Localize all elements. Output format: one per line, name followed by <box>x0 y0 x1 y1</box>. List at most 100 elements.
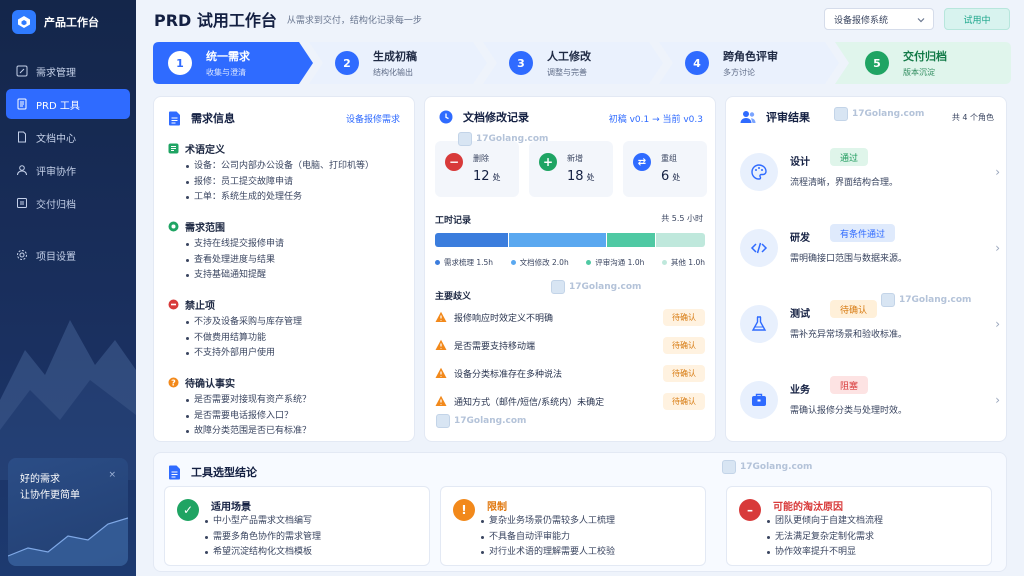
section-title: 需求范围 <box>185 223 225 234</box>
target-icon <box>168 221 179 232</box>
list-item: 不支持外部用户使用 <box>184 346 408 362</box>
legend-item: 其他 1.0h <box>661 257 705 268</box>
review-desc: 需明确接口范围与数据来源。 <box>790 254 908 264</box>
trial-badge[interactable]: 试用中 <box>944 8 1010 30</box>
revisions-title: 文档修改记录 <box>463 111 529 124</box>
alert-icon: ! <box>453 499 475 521</box>
sidebar-item-label: 需求管理 <box>36 67 76 79</box>
legend-label: 需求梳理 1.5h <box>444 258 494 267</box>
stat-reorganized: ⇄ 重组 6处 <box>623 141 707 197</box>
briefcase-icon <box>740 381 778 419</box>
sidebar: 产品工作台 需求管理 PRD 工具 文档中心 评审协作 交付归档 项目设置 好的… <box>0 0 136 576</box>
sidebar-item-prd-tool[interactable]: PRD 工具 <box>6 89 130 119</box>
requirements-tag[interactable]: 设备报修需求 <box>346 112 400 125</box>
legend-label: 评审沟通 1.0h <box>595 258 645 267</box>
requirements-card: 需求信息 设备报修需求 术语定义 设备：公司内部办公设备（电脑、打印机等） 报修… <box>153 96 415 442</box>
watermark: 17Golang.com <box>881 293 971 307</box>
list-item: 对行业术语的理解需要人工校验 <box>479 545 615 561</box>
issue-row[interactable]: 通知方式（邮件/短信/系统内）未确定 待确认 <box>435 391 705 411</box>
sidebar-item-settings[interactable]: 项目设置 <box>6 240 130 270</box>
step-subtitle: 多方讨论 <box>723 68 755 77</box>
list-item: 不涉及设备采购与库存管理 <box>184 315 408 331</box>
list-item: 无法满足复杂定制化需求 <box>765 530 883 546</box>
list-item: 复杂业务场景仍需较多人工梳理 <box>479 514 615 530</box>
review-row-business[interactable]: 业务 阻塞 需确认报修分类与处理时效。 › <box>740 373 1000 433</box>
step-5[interactable]: 5 交付归档 版本沉淀 <box>835 42 1011 84</box>
time-title: 工时记录 <box>435 216 472 226</box>
promo-text: 好的需求 让协作更简单 <box>20 472 80 504</box>
list-item: 不具备自动评审能力 <box>479 530 615 546</box>
step-title: 人工修改 <box>547 50 591 63</box>
review-count: 共 4 个角色 <box>951 113 994 122</box>
issue-row[interactable]: 报修响应时效定义不明确 待确认 <box>435 307 705 327</box>
version-label: 初稿 v0.1 → 当前 v0.3 <box>608 115 703 125</box>
swap-icon: ⇄ <box>633 153 651 171</box>
review-row-dev[interactable]: 研发 有条件通过 需明确接口范围与数据来源。 › <box>740 221 1000 281</box>
minus-icon: − <box>445 153 463 171</box>
step-1[interactable]: 1 统一需求 收集与澄清 <box>153 42 313 84</box>
sidebar-item-requirements[interactable]: 需求管理 <box>6 56 130 86</box>
stat-added: + 新增 18 处 <box>529 141 613 197</box>
sidebar-item-label: PRD 工具 <box>36 100 80 112</box>
warning-icon <box>435 311 447 322</box>
review-row-design[interactable]: 设计 通过 流程清晰，界面结构合理。 › <box>740 145 1000 205</box>
legend-item: 需求梳理 1.5h <box>435 257 493 268</box>
app-logo[interactable]: 产品工作台 <box>12 10 99 34</box>
issues-title: 主要歧义 <box>435 292 472 302</box>
list-item: 支持在线提交报修申请 <box>184 237 408 253</box>
system-select[interactable]: 设备报修系统 <box>824 8 934 30</box>
legend-label: 文档修改 2.0h <box>519 258 569 267</box>
review-desc: 流程清晰，界面结构合理。 <box>790 178 899 188</box>
step-number: 3 <box>509 51 533 75</box>
step-number: 4 <box>685 51 709 75</box>
warning-icon <box>435 395 447 406</box>
review-role: 测试 <box>790 309 810 320</box>
list-item: 支持基础通知提醒 <box>184 268 408 284</box>
list-item: 设备：公司内部办公设备（电脑、打印机等） <box>184 159 408 175</box>
legend-dot <box>435 260 440 265</box>
chevron-right-icon: › <box>995 241 1000 255</box>
review-title: 评审结果 <box>766 111 810 124</box>
review-role: 研发 <box>790 233 810 244</box>
sidebar-item-label: 项目设置 <box>36 251 76 263</box>
conclusion-block-title: 限制 <box>487 502 507 513</box>
issue-tag: 待确认 <box>663 365 705 382</box>
section-title: 待确认事实 <box>185 379 235 390</box>
status-badge: 通过 <box>830 148 869 166</box>
status-badge: 有条件通过 <box>830 224 896 242</box>
warning-icon <box>435 339 447 350</box>
step-4[interactable]: 4 跨角色评审 多方讨论 <box>659 42 839 84</box>
svg-text:?: ? <box>171 378 176 387</box>
list-item: 是否需要对接现有资产系统？ <box>184 393 408 409</box>
mountain-decoration <box>0 320 136 480</box>
legend-label: 其他 1.0h <box>670 258 705 267</box>
stat-label: 重组 <box>661 154 677 163</box>
step-3[interactable]: 3 人工修改 调整与完善 <box>483 42 663 84</box>
requirements-title: 需求信息 <box>191 112 235 125</box>
close-icon[interactable]: × <box>108 470 116 480</box>
chevron-right-icon: › <box>995 165 1000 179</box>
step-subtitle: 收集与澄清 <box>206 68 246 77</box>
issue-row[interactable]: 是否需要支持移动端 待确认 <box>435 335 705 355</box>
sidebar-item-review[interactable]: 评审协作 <box>6 155 130 185</box>
list-item: 故障分类范围是否已有标准？ <box>184 424 408 440</box>
status-badge: 待确认 <box>830 300 878 318</box>
sidebar-item-delivery[interactable]: 交付归档 <box>6 188 130 218</box>
review-card: 评审结果 共 4 个角色 设计 通过 流程清晰，界面结构合理。 › 研发 有条件… <box>725 96 1007 442</box>
chevron-right-icon: › <box>995 393 1000 407</box>
watermark: 17Golang.com <box>722 460 812 474</box>
legend-item: 评审沟通 1.0h <box>586 257 644 268</box>
edit-icon <box>16 65 28 77</box>
question-icon: ? <box>168 377 179 388</box>
issue-row[interactable]: 设备分类标准存在多种说法 待确认 <box>435 363 705 383</box>
issue-tag: 待确认 <box>663 393 705 410</box>
chart-wave-icon <box>8 517 128 566</box>
sidebar-item-docs[interactable]: 文档中心 <box>6 122 130 152</box>
sidebar-item-label: 文档中心 <box>36 133 76 145</box>
step-2[interactable]: 2 生成初稿 结构化输出 <box>309 42 487 84</box>
gear-icon <box>17 250 27 260</box>
step-number: 1 <box>168 51 192 75</box>
flask-icon <box>740 305 778 343</box>
stat-unit: 处 <box>586 173 595 182</box>
step-title: 统一需求 <box>206 50 250 63</box>
